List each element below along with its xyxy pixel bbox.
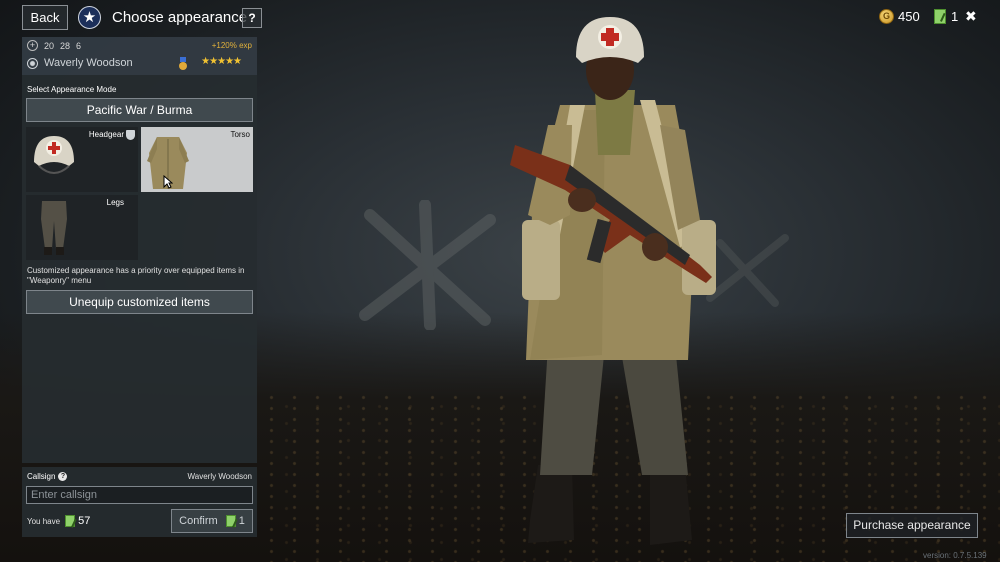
- question-icon[interactable]: ?: [58, 472, 68, 481]
- usa-star-icon: ★: [78, 6, 101, 29]
- soldier-stats: + 20 28 6: [27, 40, 87, 51]
- czech-hedgehog-left: [359, 200, 496, 330]
- stat-value: 20: [44, 40, 55, 51]
- gold-amount: 450: [898, 9, 920, 24]
- callsign-panel: Callsign ? Waverly Woodson You have 57 C…: [22, 467, 257, 537]
- medal-icon: [178, 57, 188, 70]
- confirm-label: Confirm: [179, 515, 218, 527]
- confirm-button[interactable]: Confirm 1: [171, 509, 253, 533]
- confirm-cost: 1: [238, 515, 245, 527]
- slot-headgear[interactable]: Headgear: [26, 127, 138, 192]
- soldier-name: Waverly Woodson: [44, 57, 133, 69]
- helmet-icon: [34, 136, 74, 174]
- shield-icon: [126, 130, 135, 140]
- stat-value: 28: [60, 40, 71, 51]
- help-button[interactable]: ?: [242, 8, 262, 28]
- soldier-model: [510, 17, 716, 545]
- appearance-mode-button[interactable]: Pacific War / Burma: [26, 98, 253, 122]
- slot-label-legs: Legs: [106, 198, 124, 207]
- slot-label-headgear: Headgear: [88, 130, 124, 139]
- callsign-input[interactable]: [26, 486, 253, 504]
- mouse-cursor-icon: [163, 175, 173, 189]
- slot-legs[interactable]: Legs: [26, 195, 138, 260]
- you-have-count: 57: [78, 515, 91, 527]
- ticket-icon: [225, 515, 236, 527]
- back-button[interactable]: Back: [22, 5, 68, 30]
- version-label: version: 0.7.5.139: [923, 551, 987, 560]
- callsign-current-name: Waverly Woodson: [187, 472, 252, 481]
- callsign-label: Callsign: [27, 472, 56, 481]
- star-rating: ★★★★★: [201, 56, 242, 67]
- rank-icon: [27, 57, 38, 69]
- trousers-icon: [41, 201, 67, 255]
- close-icon[interactable]: ✖: [965, 8, 977, 25]
- gold-balance: G 450: [879, 9, 920, 24]
- ticket-icon: [934, 9, 946, 24]
- appearance-mode-label: Select Appearance Mode: [27, 85, 117, 94]
- slot-label-torso: Torso: [230, 130, 250, 139]
- gold-coin-icon: G: [879, 9, 894, 24]
- unequip-button[interactable]: Unequip customized items: [26, 290, 253, 314]
- soldier-card[interactable]: + 20 28 6 +120% exp Waverly Woodson ★★★★…: [22, 37, 257, 75]
- callsign-label-row: Callsign ?: [27, 472, 68, 481]
- purchase-appearance-button[interactable]: Purchase appearance: [846, 513, 978, 538]
- ticket-balance: 1: [934, 9, 958, 24]
- you-have-label: You have: [27, 516, 61, 526]
- slot-torso[interactable]: Torso: [141, 127, 253, 192]
- exp-bonus: +120% exp: [211, 41, 252, 50]
- appearance-panel: + 20 28 6 +120% exp Waverly Woodson ★★★★…: [22, 37, 257, 463]
- you-have-row: You have 57: [27, 515, 90, 527]
- page-title: Choose appearance: [112, 9, 248, 26]
- ticket-amount: 1: [951, 9, 959, 24]
- plus-circle-icon: +: [27, 40, 38, 51]
- priority-info-text: Customized appearance has a priority ove…: [27, 266, 245, 285]
- ticket-icon: [65, 515, 76, 527]
- stat-value: 6: [76, 40, 82, 51]
- soldier-name-row: Waverly Woodson: [27, 57, 133, 69]
